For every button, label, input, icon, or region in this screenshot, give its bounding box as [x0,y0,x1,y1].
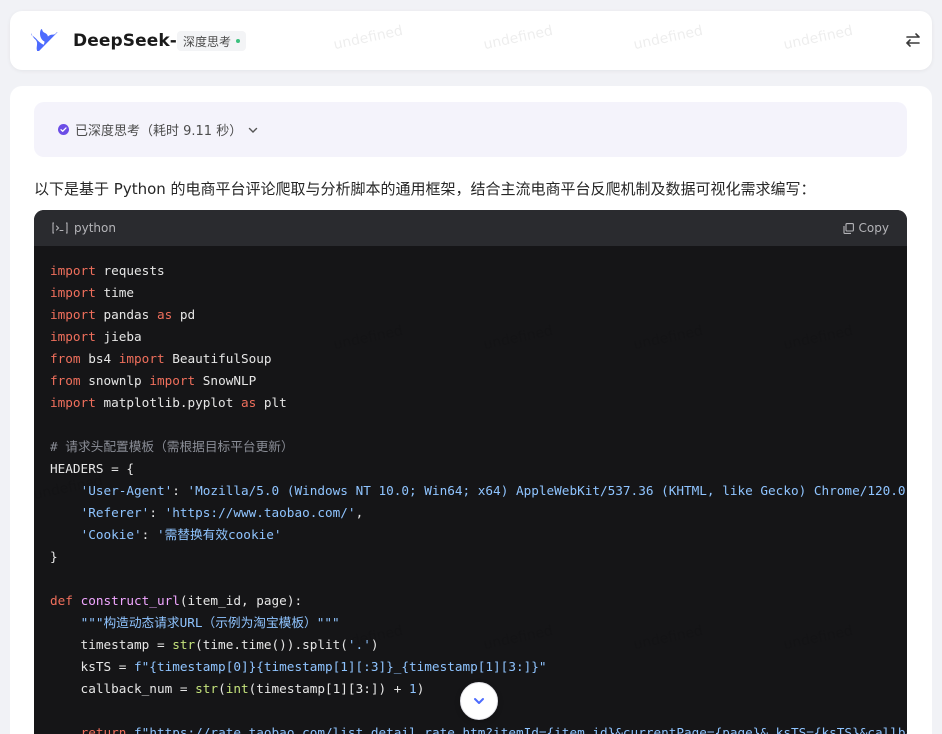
code-line: def construct_url(item_id, page): [50,593,303,608]
status-dot-icon [236,39,241,43]
copy-icon [842,222,854,234]
assistant-intro-text: 以下是基于 Python 的电商平台评论爬取与分析脚本的通用框架，结合主流电商平… [34,180,816,198]
terminal-icon [52,222,68,234]
mode-badge: 深度思考 [177,31,247,51]
code-line: # 请求头配置模板（需根据目标平台更新） [50,439,294,454]
code-line: import matplotlib.pyplot as plt [50,395,287,410]
chevron-down-icon [474,698,484,704]
code-line: 'Cookie': '需替换有效cookie' [80,527,282,542]
code-line: 'User-Agent': 'Mozilla/5.0 (Windows NT 1… [80,483,907,498]
copy-code-button[interactable]: Copy [842,221,889,235]
copy-label: Copy [858,221,889,235]
code-line: from bs4 import BeautifulSoup [50,351,272,366]
code-block-header: python Copy [34,210,907,246]
code-language-label: python [74,221,116,235]
chevron-down-icon [249,127,258,133]
mode-badge-label: 深度思考 [183,34,232,49]
code-line: from snownlp import SnowNLP [50,373,257,388]
code-line: import jieba [50,329,142,344]
code-line: import requests [50,263,165,278]
top-header: DeepSeek-R1 深度思考 [10,11,932,70]
code-line: ksTS = f"{timestamp[0]}{timestamp[1][:3]… [50,659,547,674]
code-line: import time [50,285,135,300]
code-line: import pandas as pd [50,307,196,322]
code-content: import requests import time import pandas … [34,246,907,734]
deepseek-whale-icon [31,29,58,51]
code-block: python Copy import requests import time im… [34,210,907,734]
scroll-to-bottom-button[interactable] [460,682,498,720]
code-line: 'Referer': 'https://www.taobao.com/', [80,505,364,520]
check-circle-icon [58,124,69,135]
chat-content: 已深度思考（耗时 9.11 秒） 以下是基于 Python 的电商平台评论爬取与… [10,86,932,734]
code-line: } [50,549,58,564]
code-line: """构造动态请求URL（示例为淘宝模板）""" [80,615,340,630]
swap-arrows-icon[interactable] [904,31,922,49]
thinking-label: 已深度思考（耗时 9.11 秒） [75,124,243,139]
code-line: return f"https://rate.taobao.com/list_de… [80,725,907,734]
code-line: timestamp = str(time.time()).split('.') [50,637,379,652]
thinking-toggle[interactable]: 已深度思考（耗时 9.11 秒） [34,102,907,157]
code-line: HEADERS = { [50,461,135,476]
